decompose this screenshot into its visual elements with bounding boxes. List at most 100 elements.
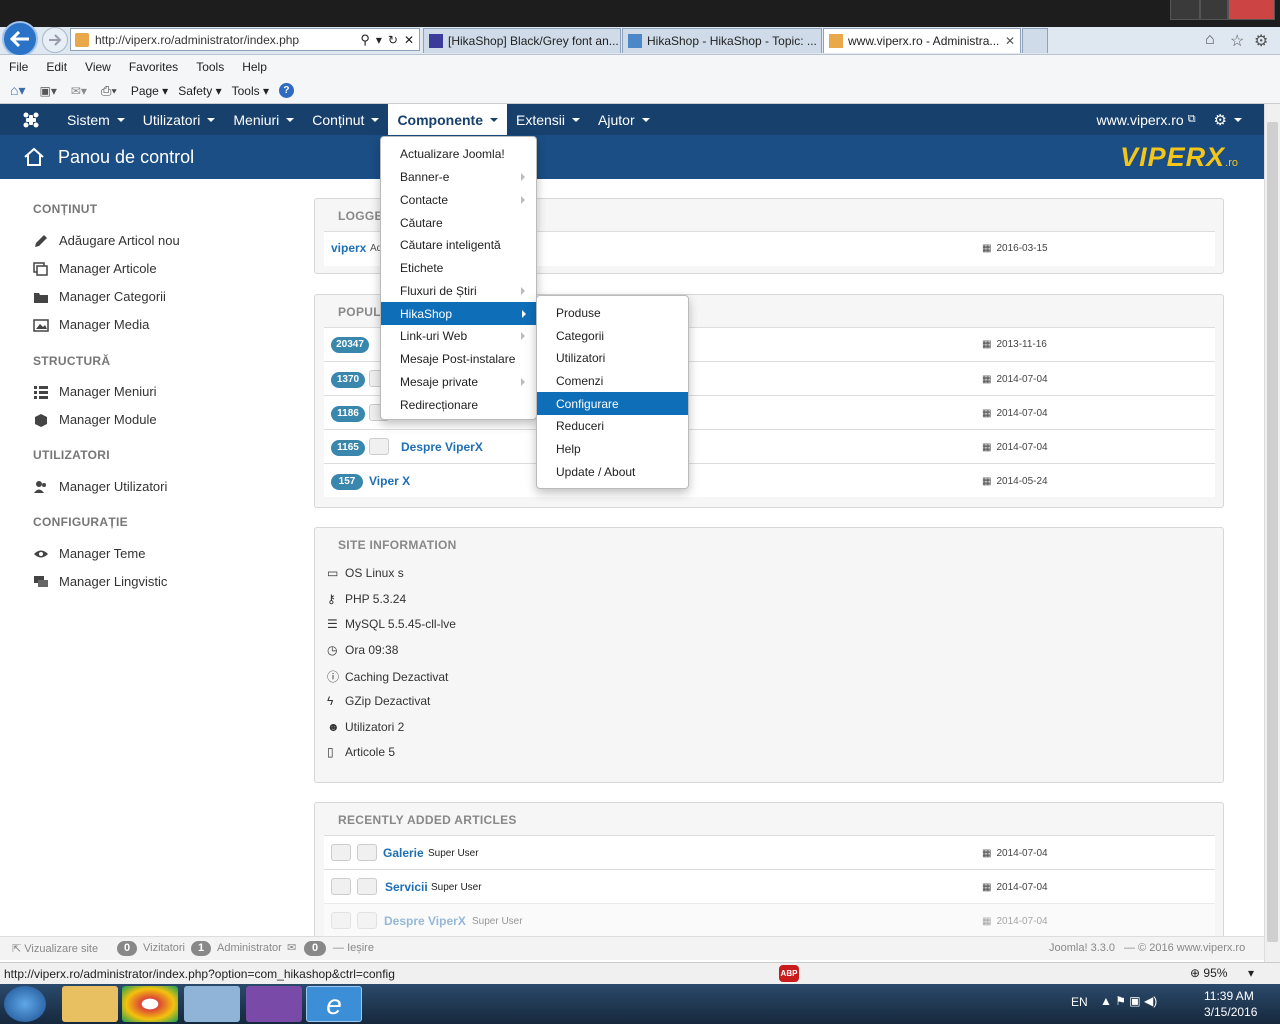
gzip-info: ϟ GZip Dezactivat: [327, 694, 430, 708]
sidebar-item-articles[interactable]: Manager Articole: [33, 261, 157, 276]
nav-ajutor[interactable]: Ajutor: [589, 104, 659, 135]
submenu-item-update-about[interactable]: Update / About: [538, 460, 687, 483]
nav-componente[interactable]: Componente: [388, 104, 507, 135]
ie-taskbar-icon[interactable]: e: [306, 986, 362, 1022]
forward-button[interactable]: [42, 27, 68, 53]
info-text: OS Linux s: [345, 566, 404, 580]
menu-file[interactable]: File: [0, 60, 37, 74]
view-site-link[interactable]: ⇱ Vizualizare site: [12, 942, 98, 955]
menu-item-private-messages[interactable]: Mesaje private: [382, 370, 535, 393]
browser-tab-active[interactable]: www.viperx.ro - Administra... ✕: [823, 28, 1021, 53]
language-indicator[interactable]: EN: [1071, 995, 1088, 1009]
nav-continut[interactable]: Conținut: [303, 104, 388, 135]
published-check-icon[interactable]: [331, 844, 351, 861]
article-link[interactable]: Servicii: [385, 880, 428, 894]
tools-menu[interactable]: Tools ▾: [232, 84, 269, 98]
menu-help[interactable]: Help: [233, 60, 276, 74]
mail-icon[interactable]: ✉▾: [71, 84, 87, 98]
admins-label: Administrator: [217, 942, 282, 954]
feeds-icon[interactable]: ▣▾: [39, 84, 56, 98]
nav-utilizatori[interactable]: Utilizatori: [134, 104, 225, 135]
nav-extensii[interactable]: Extensii: [507, 104, 589, 135]
article-link[interactable]: Galerie: [383, 846, 424, 860]
sidebar-item-menus[interactable]: Manager Meniuri: [33, 384, 157, 399]
sidebar-item-add-article[interactable]: Adăugare Articol nou: [33, 233, 180, 248]
menu-view[interactable]: View: [76, 60, 120, 74]
logout-link[interactable]: — Ieșire: [333, 942, 374, 954]
browser-tab[interactable]: HikaShop - HikaShop - Topic: ...: [622, 28, 822, 53]
panel-title: SITE INFORMATION: [338, 538, 457, 552]
page-scrollbar[interactable]: [1264, 104, 1280, 962]
submenu-item-help[interactable]: Help: [538, 437, 687, 460]
article-link[interactable]: Despre ViperX: [401, 440, 483, 454]
start-button[interactable]: [4, 986, 46, 1022]
nav-sistem[interactable]: Sistem: [58, 104, 134, 135]
submenu-item-categories[interactable]: Categorii: [538, 324, 687, 347]
help-icon[interactable]: ?: [278, 83, 294, 98]
menu-favorites[interactable]: Favorites: [120, 60, 187, 74]
settings-gear-icon[interactable]: ⚙: [1254, 31, 1268, 51]
joomla-logo-icon[interactable]: [0, 104, 58, 135]
page-menu[interactable]: Page ▾: [131, 84, 168, 98]
calculator-taskbar-icon[interactable]: [184, 986, 240, 1022]
menu-item-search[interactable]: Căutare: [382, 211, 535, 234]
published-check-icon[interactable]: [331, 912, 351, 929]
print-icon[interactable]: ⎙▾: [101, 83, 117, 99]
article-link[interactable]: Viper X: [369, 474, 410, 488]
scrollbar-thumb[interactable]: [1267, 122, 1278, 942]
menu-item-contacts[interactable]: Contacte: [382, 188, 535, 211]
menu-item-tags[interactable]: Etichete: [382, 256, 535, 279]
menu-item-postinstall[interactable]: Mesaje Post-instalare: [382, 347, 535, 370]
browser-tab[interactable]: [HikaShop] Black/Grey font an...: [423, 28, 621, 53]
menu-item-weblinks[interactable]: Link-uri Web: [382, 324, 535, 347]
sidebar-item-users[interactable]: Manager Utilizatori: [33, 479, 167, 494]
tab-favicon-icon: [429, 34, 443, 48]
submenu-item-discounts[interactable]: Reduceri: [538, 414, 687, 437]
maximize-button[interactable]: [1200, 0, 1228, 20]
submenu-item-configuration[interactable]: Configurare: [537, 392, 688, 415]
chrome-taskbar-icon[interactable]: [122, 986, 178, 1022]
favorites-star-icon[interactable]: ☆: [1230, 31, 1244, 51]
menu-item-newsfeeds[interactable]: Fluxuri de Știri: [382, 279, 535, 302]
menu-item-hikashop[interactable]: HikaShop: [381, 302, 536, 325]
zoom-control[interactable]: ⊕ 95%: [1190, 966, 1227, 980]
user-settings-menu[interactable]: ⚙: [1205, 104, 1264, 135]
minimize-button[interactable]: [1170, 0, 1200, 20]
menu-item-joomla-update[interactable]: Actualizare Joomla!: [382, 142, 535, 165]
menu-item-smart-search[interactable]: Căutare inteligentă: [382, 233, 535, 256]
site-link[interactable]: www.viperx.ro ⧉: [1088, 104, 1205, 135]
safety-menu[interactable]: Safety ▾: [178, 84, 221, 98]
explorer-taskbar-icon[interactable]: [62, 986, 118, 1022]
submenu-item-products[interactable]: Produse: [538, 301, 687, 324]
sidebar-item-templates[interactable]: Manager Teme: [33, 546, 145, 561]
zoom-dropdown-icon[interactable]: ▾: [1248, 966, 1254, 980]
sidebar-item-media[interactable]: Manager Media: [33, 317, 149, 332]
back-button[interactable]: [2, 21, 38, 57]
home-icon[interactable]: ⌂: [1205, 31, 1215, 49]
stop-icon[interactable]: ✕: [404, 33, 414, 47]
submenu-item-users[interactable]: Utilizatori: [538, 346, 687, 369]
tray-icons[interactable]: ▲ ⚑ ▣ ◀): [1100, 994, 1157, 1008]
refresh-icon[interactable]: ↻: [388, 33, 398, 47]
new-tab-button[interactable]: [1022, 28, 1048, 53]
search-icon[interactable]: ⚲: [360, 32, 370, 48]
close-window-button[interactable]: [1228, 0, 1275, 20]
published-check-icon[interactable]: [331, 878, 351, 895]
submenu-item-orders[interactable]: Comenzi: [538, 369, 687, 392]
compat-view-icon[interactable]: ▾: [376, 33, 382, 47]
article-link[interactable]: Despre ViperX: [384, 914, 466, 928]
nav-meniuri[interactable]: Meniuri: [224, 104, 303, 135]
sidebar-item-modules[interactable]: Manager Module: [33, 412, 157, 427]
menu-item-banners[interactable]: Banner-e: [382, 165, 535, 188]
menu-item-redirect[interactable]: Redirecționare: [382, 393, 535, 416]
sidebar-item-categories[interactable]: Manager Categorii: [33, 289, 166, 304]
logged-user-link[interactable]: viperx: [331, 241, 366, 255]
address-field[interactable]: http://viperx.ro/administrator/index.php…: [70, 28, 420, 51]
menu-edit[interactable]: Edit: [37, 60, 76, 74]
sidebar-item-languages[interactable]: Manager Lingvistic: [33, 574, 167, 589]
home-cmd-icon[interactable]: ⌂▾: [10, 82, 25, 99]
adblock-icon[interactable]: ABP: [779, 965, 799, 982]
close-tab-icon[interactable]: ✕: [1005, 34, 1015, 48]
menu-tools[interactable]: Tools: [187, 60, 233, 74]
yahoo-messenger-taskbar-icon[interactable]: [246, 986, 302, 1022]
